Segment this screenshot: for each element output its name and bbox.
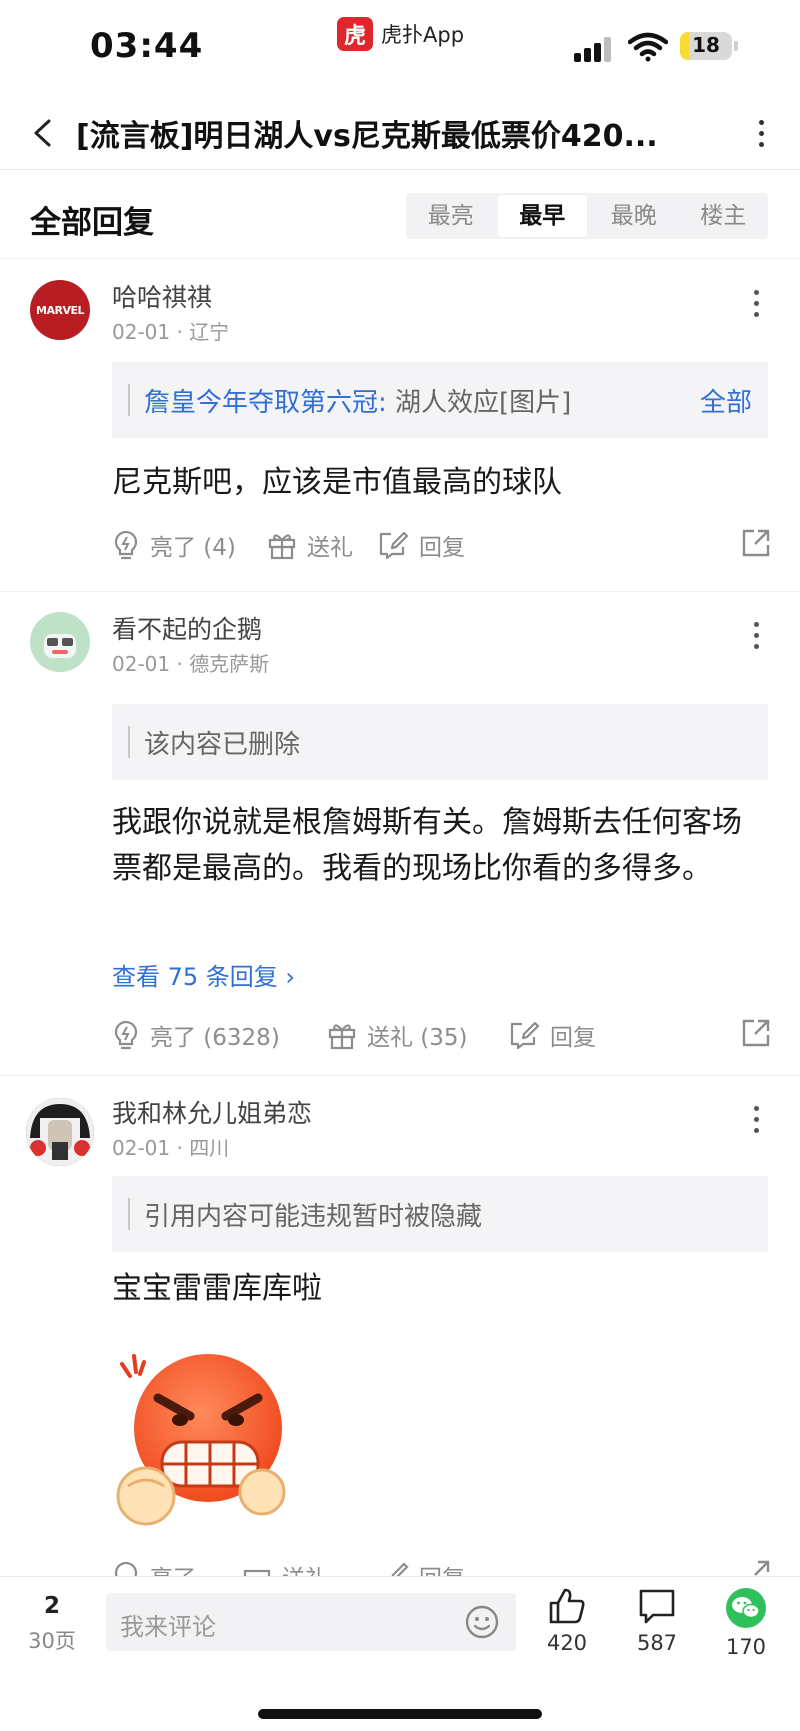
gift-button[interactable]: 送礼 bbox=[242, 1556, 328, 1576]
wechat-icon bbox=[726, 1588, 766, 1628]
lightbulb-icon bbox=[114, 530, 138, 560]
wifi-icon bbox=[627, 32, 669, 66]
status-time: 03:44 bbox=[90, 26, 204, 66]
comment-item: 我和林允儿姐弟恋 02-01 · 四川 引用内容可能违规暂时被隐藏 宝宝雷雷库库… bbox=[0, 1076, 800, 1576]
like-button[interactable]: 亮了 bbox=[112, 1556, 196, 1576]
avatar[interactable] bbox=[30, 612, 90, 672]
share-count: 170 bbox=[725, 1635, 767, 1659]
lightbulb-icon bbox=[114, 1020, 138, 1050]
reply-button[interactable]: 回复 bbox=[508, 1015, 596, 1055]
quote-text: 该内容已删除 bbox=[144, 730, 301, 760]
more-dots-icon[interactable] bbox=[754, 290, 759, 317]
comment-actions: 亮了 (6328) 送礼 (35) 回复 bbox=[112, 1015, 772, 1055]
comment-bubble-icon bbox=[639, 1589, 675, 1624]
edit-reply-icon bbox=[510, 1021, 540, 1050]
user-name[interactable]: 我和林允儿姐弟恋 bbox=[112, 1094, 312, 1130]
comment-placeholder: 我来评论 bbox=[120, 1613, 216, 1641]
comment-meta: 02-01 · 德克萨斯 bbox=[112, 652, 270, 676]
emoji-icon[interactable] bbox=[464, 1604, 500, 1644]
app-indicator: 虎 虎扑App bbox=[337, 17, 464, 51]
comment-body: 宝宝雷雷库库啦 bbox=[112, 1271, 322, 1306]
quote-block: 该内容已删除 bbox=[112, 704, 768, 780]
back-arrow-icon[interactable] bbox=[22, 113, 62, 153]
share-icon[interactable] bbox=[740, 527, 772, 563]
lightbulb-icon bbox=[114, 1561, 138, 1576]
home-indicator bbox=[258, 1709, 542, 1719]
tab-op[interactable]: 楼主 bbox=[679, 193, 769, 239]
replies-header: 全部回复 最亮 最早 最晚 楼主 bbox=[0, 171, 800, 259]
tab-latest[interactable]: 最晚 bbox=[589, 193, 679, 239]
gift-button[interactable]: 送礼 bbox=[267, 525, 353, 565]
comment-body: 我跟你说就是根詹姆斯有关。詹姆斯去任何客场票都是最高的。我看的现场比你看的多得多… bbox=[112, 805, 742, 886]
gift-icon bbox=[268, 534, 296, 560]
gift-icon bbox=[243, 1569, 271, 1576]
like-button[interactable]: 亮了 (6328) bbox=[112, 1015, 280, 1055]
quote-author-link[interactable]: 詹皇今年夺取第六冠: bbox=[144, 388, 387, 418]
quote-expand-link[interactable]: 全部 bbox=[700, 382, 752, 419]
comments-button[interactable]: 587 bbox=[617, 1587, 697, 1655]
angry-emoji-sticker[interactable] bbox=[110, 1346, 290, 1526]
bottom-bar: 2 30页 我来评论 420 587 170 bbox=[0, 1576, 800, 1731]
tab-earliest[interactable]: 最早 bbox=[497, 195, 587, 237]
like-button[interactable]: 亮了 (4) bbox=[112, 525, 236, 565]
thumbs-up-icon bbox=[549, 1588, 585, 1624]
comment-actions: 亮了 (4) 送礼 回复 bbox=[112, 525, 772, 565]
section-title: 全部回复 bbox=[30, 205, 154, 241]
comment-count: 587 bbox=[636, 1631, 678, 1655]
comment-body: 尼克斯吧，应该是市值最高的球队 bbox=[112, 465, 562, 500]
more-dots-icon[interactable] bbox=[754, 1106, 759, 1133]
page-title: [流言板]明日湖人vs尼克斯最低票价420... bbox=[76, 119, 658, 154]
nav-bar: [流言板]明日湖人vs尼克斯最低票价420... bbox=[0, 95, 800, 170]
comment-item: MARVEL 哈哈祺祺 02-01 · 辽宁 詹皇今年夺取第六冠: 湖人效应[图… bbox=[0, 260, 800, 592]
battery-icon: 18 bbox=[680, 32, 732, 60]
app-name: 虎扑App bbox=[381, 23, 465, 47]
quote-block[interactable]: 詹皇今年夺取第六冠: 湖人效应[图片] 全部 bbox=[112, 362, 768, 438]
user-name[interactable]: 哈哈祺祺 bbox=[112, 278, 212, 314]
comment-item: 看不起的企鹅 02-01 · 德克萨斯 该内容已删除 我跟你说就是根詹姆斯有关。… bbox=[0, 592, 800, 1076]
comment-meta: 02-01 · 四川 bbox=[112, 1136, 230, 1160]
sort-tabs: 最亮 最早 最晚 楼主 bbox=[406, 193, 768, 239]
reply-button[interactable]: 回复 bbox=[377, 1556, 465, 1576]
quote-block: 引用内容可能违规暂时被隐藏 bbox=[112, 1176, 768, 1252]
hupu-logo-icon: 虎 bbox=[337, 17, 373, 51]
gift-icon bbox=[328, 1024, 356, 1050]
reply-button[interactable]: 回复 bbox=[377, 525, 465, 565]
page-indicator[interactable]: 2 bbox=[20, 1593, 84, 1619]
edit-reply-icon bbox=[391, 1562, 409, 1576]
battery-level: 18 bbox=[692, 33, 720, 57]
like-post-button[interactable]: 420 bbox=[527, 1587, 607, 1655]
signal-icon bbox=[574, 36, 614, 62]
comment-actions: 亮了 送礼 回复 bbox=[112, 1556, 772, 1576]
quote-text: 詹皇今年夺取第六冠: 湖人效应[图片] bbox=[144, 388, 572, 418]
avatar[interactable] bbox=[26, 1098, 94, 1166]
more-dots-icon[interactable] bbox=[754, 622, 759, 649]
share-icon[interactable] bbox=[740, 1017, 772, 1053]
share-icon[interactable] bbox=[740, 1558, 772, 1576]
comment-meta: 02-01 · 辽宁 bbox=[112, 320, 230, 344]
tab-brightest[interactable]: 最亮 bbox=[406, 193, 496, 239]
avatar[interactable]: MARVEL bbox=[30, 280, 90, 340]
page-total[interactable]: 30页 bbox=[20, 1625, 84, 1655]
comment-input[interactable]: 我来评论 bbox=[106, 1593, 516, 1651]
like-count: 420 bbox=[546, 1631, 588, 1655]
status-bar: 03:44 虎 虎扑App 18 bbox=[0, 0, 800, 95]
more-dots-icon[interactable] bbox=[746, 113, 776, 153]
edit-reply-icon bbox=[379, 531, 409, 560]
quote-text: 引用内容可能违规暂时被隐藏 bbox=[144, 1202, 483, 1232]
user-name[interactable]: 看不起的企鹅 bbox=[112, 610, 262, 646]
gift-button[interactable]: 送礼 (35) bbox=[327, 1015, 468, 1055]
avatar-text: MARVEL bbox=[36, 303, 84, 317]
view-replies-link[interactable]: 查看 75 条回复 › bbox=[112, 957, 295, 992]
share-wechat-button[interactable]: 170 bbox=[706, 1587, 786, 1659]
